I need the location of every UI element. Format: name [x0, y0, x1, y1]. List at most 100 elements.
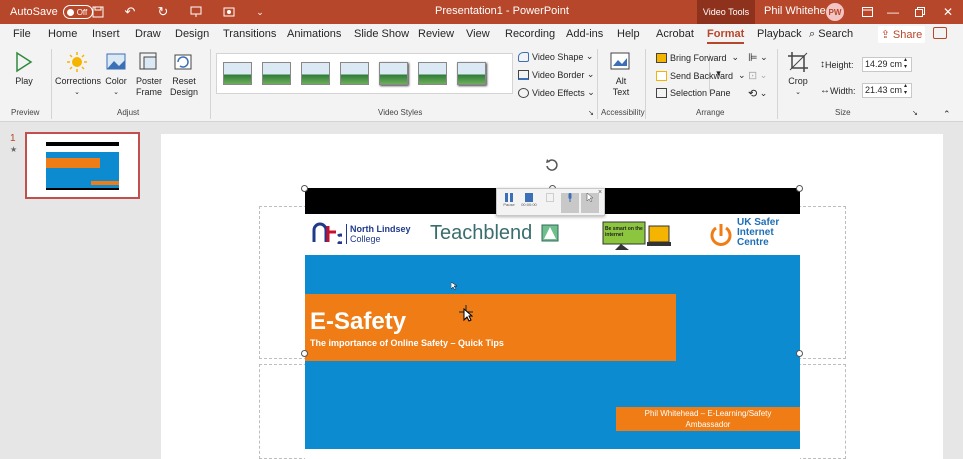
group-icon: ⊡	[748, 70, 758, 82]
reset-design-button[interactable]: Reset Design	[167, 51, 201, 98]
tab-recording[interactable]: Recording	[505, 28, 555, 40]
tab-help[interactable]: Help	[617, 28, 640, 40]
group-label-video-styles: Video Styles	[378, 108, 423, 117]
record-pointer-button[interactable]	[581, 193, 599, 213]
height-label-row: ↕ Height:	[820, 59, 854, 70]
autosave-control[interactable]: AutoSave Off	[10, 5, 93, 19]
save-icon[interactable]	[84, 0, 112, 24]
screen-recording-icon[interactable]	[215, 0, 243, 24]
video-effects-icon	[518, 87, 529, 98]
resize-handle-left[interactable]	[301, 350, 308, 357]
resize-handle-top-left[interactable]	[301, 185, 308, 192]
pause-recording-button[interactable]: Pause	[500, 193, 518, 207]
width-spinner[interactable]: ▴ ▾	[904, 83, 907, 97]
video-style-thumbnail[interactable]	[457, 62, 486, 85]
send-backward-button[interactable]: Send Backward ⌄	[656, 70, 746, 81]
poster-frame-button[interactable]: Poster Frame	[133, 51, 165, 98]
audio-toggle-button[interactable]	[561, 193, 579, 213]
play-icon	[16, 51, 33, 73]
select-area-button[interactable]	[541, 193, 559, 202]
alt-text-button[interactable]: Alt Text	[605, 51, 637, 98]
height-spinner[interactable]: ▴ ▾	[904, 57, 907, 71]
rotate-handle-icon[interactable]	[544, 157, 560, 173]
undo-icon[interactable]: ↶	[116, 0, 144, 24]
group-separator	[51, 49, 52, 119]
north-lindsey-text-1: North Lindsey	[350, 224, 411, 234]
slide-thumbnail[interactable]	[25, 132, 140, 199]
tab-home[interactable]: Home	[48, 28, 77, 40]
ribbon-display-options-icon[interactable]	[853, 0, 881, 24]
video-style-thumbnail[interactable]	[223, 62, 252, 85]
minimize-icon[interactable]: —	[879, 0, 907, 24]
resize-handle-top-right[interactable]	[796, 185, 803, 192]
comments-icon[interactable]	[933, 27, 947, 39]
video-style-thumbnail[interactable]	[301, 62, 330, 85]
crop-icon	[788, 52, 808, 72]
tab-format[interactable]: Format	[707, 28, 745, 44]
video-style-thumbnail[interactable]	[379, 62, 408, 85]
tab-add-ins[interactable]: Add-ins	[566, 28, 603, 40]
size-dialog-launcher-icon[interactable]: ↘	[912, 109, 918, 117]
bring-forward-button[interactable]: Bring Forward ⌄	[656, 52, 739, 63]
video-style-thumbnail[interactable]	[262, 62, 291, 85]
group-objects-button[interactable]: ⊡ ⌄	[748, 69, 767, 82]
video-style-thumbnail[interactable]	[418, 62, 447, 85]
selection-pane-button[interactable]: Selection Pane	[656, 88, 731, 98]
customize-qat-icon[interactable]: ⌄	[246, 0, 274, 24]
redo-icon[interactable]: ↻	[149, 0, 177, 24]
share-button[interactable]: ⇪ Share	[878, 26, 925, 43]
video-border-icon	[518, 69, 529, 80]
tab-insert[interactable]: Insert	[92, 28, 120, 40]
ribbon-tabs: File Home Insert Draw Design Transitions…	[0, 24, 963, 45]
tab-transitions[interactable]: Transitions	[223, 28, 276, 40]
rotate-button[interactable]: ⟲ ⌄	[748, 87, 767, 100]
search-box[interactable]: ⌕ Search	[809, 28, 853, 41]
stop-recording-button[interactable]: 00:00:00	[520, 193, 538, 207]
resize-handle-right[interactable]	[796, 350, 803, 357]
reset-design-label-2: Design	[169, 87, 198, 97]
align-button[interactable]: ⊫ ⌄	[748, 51, 768, 64]
close-icon[interactable]: ✕	[934, 0, 962, 24]
poster-frame-icon	[139, 52, 157, 70]
height-value: 14.29 cm	[865, 59, 903, 69]
pause-icon	[505, 193, 513, 202]
ribbon: Play Preview Corrections ⌄ Color ⌄ Poste…	[0, 45, 963, 122]
search-icon: ⌕	[809, 28, 816, 40]
tab-draw[interactable]: Draw	[135, 28, 161, 40]
tab-design[interactable]: Design	[175, 28, 209, 40]
video-object[interactable]: North Lindsey College Teachblend Be smar…	[305, 188, 800, 459]
recording-toolbar-close-icon[interactable]: ×	[598, 189, 602, 196]
video-border-button[interactable]: Video Border ⌄	[518, 69, 594, 80]
video-shape-label: Video Shape	[532, 51, 584, 62]
restore-icon[interactable]	[906, 0, 934, 24]
tab-slide-show[interactable]: Slide Show	[354, 28, 409, 40]
corrections-button[interactable]: Corrections ⌄	[55, 51, 101, 98]
video-styles-dialog-launcher-icon[interactable]: ↘	[588, 109, 594, 117]
avatar[interactable]: PW	[826, 3, 844, 21]
crop-button[interactable]: Crop ⌄	[784, 51, 812, 98]
share-label: Share	[892, 28, 923, 41]
collapse-ribbon-icon[interactable]: ⌃	[943, 109, 951, 120]
present-from-start-icon[interactable]	[182, 0, 210, 24]
color-button[interactable]: Color ⌄	[103, 51, 129, 98]
alt-text-label-1: Alt	[615, 76, 627, 86]
tab-playback[interactable]: Playback	[757, 28, 802, 40]
tab-animations[interactable]: Animations	[287, 28, 341, 40]
tab-view[interactable]: View	[466, 28, 490, 40]
group-separator	[210, 49, 211, 119]
slide-number-text: 1	[10, 133, 16, 144]
send-backward-icon	[656, 70, 667, 81]
video-style-thumbnail[interactable]	[340, 62, 369, 85]
video-shape-button[interactable]: Video Shape ⌄	[518, 51, 593, 62]
reset-design-label-1: Reset	[172, 76, 196, 86]
tab-file[interactable]: File	[13, 28, 31, 40]
rotate-icon: ⟲	[748, 88, 758, 100]
tab-acrobat[interactable]: Acrobat	[656, 28, 694, 40]
group-label-accessibility: Accessibility	[601, 108, 645, 117]
tab-review[interactable]: Review	[418, 28, 454, 40]
title-bar: AutoSave Off ↶ ↻ ⌄ Presentation1 - Power…	[0, 0, 963, 24]
play-button[interactable]: Play	[10, 51, 38, 87]
video-effects-button[interactable]: Video Effects ⌄	[518, 87, 595, 98]
video-effects-label: Video Effects	[532, 87, 585, 98]
video-styles-gallery[interactable]: ▾	[216, 53, 721, 94]
